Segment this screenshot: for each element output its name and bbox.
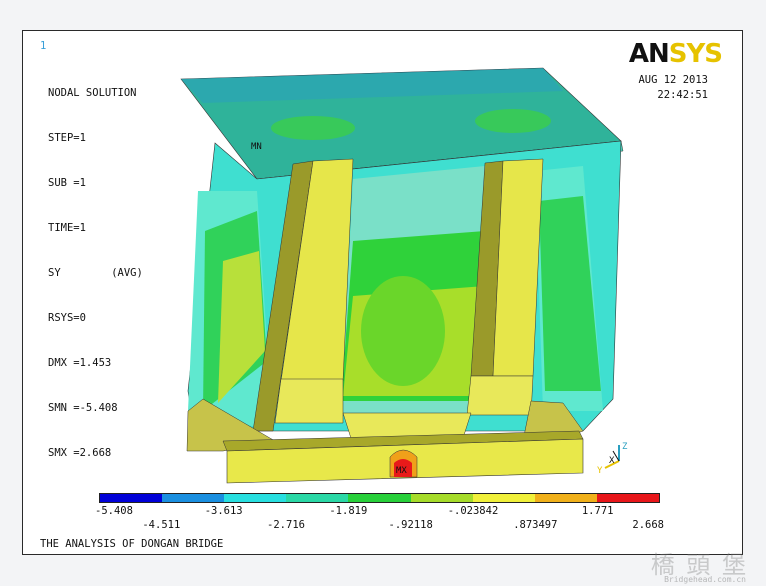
info-sub: SUB =1	[48, 177, 86, 189]
info-dmx: DMX =1.453	[48, 357, 112, 369]
legend-value-label: -.023842	[447, 505, 499, 517]
plot-date: AUG 12 2013	[638, 74, 708, 86]
legend-swatch	[162, 494, 225, 502]
deck-stress-zone-right	[475, 109, 551, 133]
info-smn: SMN =-5.408	[48, 402, 118, 414]
legend-swatch	[472, 494, 535, 502]
info-step: STEP=1	[48, 132, 86, 144]
legend-swatch	[596, 494, 659, 502]
left-lower-block	[274, 378, 344, 424]
legend-value-label: -5.408	[95, 505, 133, 517]
legend-value-label: .873497	[513, 519, 558, 531]
legend-value-label: 2.668	[632, 519, 664, 531]
window-number: 1	[40, 40, 47, 52]
graphics-window[interactable]: MN MX Z X Y 1 NODAL SOLUTION STEP=1 SUB …	[22, 30, 743, 555]
watermark-url: Bridgehead.com.cn	[664, 575, 746, 584]
legend-swatch	[410, 494, 473, 502]
triad-z-label: Z	[622, 442, 628, 452]
legend-value-label: -4.511	[142, 519, 181, 531]
deck-stress-zone-left	[271, 116, 355, 140]
legend-swatch	[224, 494, 287, 502]
triad-x-label: X	[609, 456, 615, 466]
contour-legend-bar	[99, 493, 660, 503]
plot-title: THE ANALYSIS OF DONGAN BRIDGE	[40, 538, 224, 550]
info-rsys: RSYS=0	[48, 312, 86, 324]
triad-y-label: Y	[597, 466, 603, 476]
ansys-logo: ANSYS	[628, 39, 723, 69]
legend-value-label: 1.771	[581, 505, 614, 517]
legend-value-label: -2.716	[267, 519, 305, 531]
max-marker: MX	[396, 466, 407, 476]
info-time: TIME=1	[48, 222, 86, 234]
plot-time: 22:42:51	[657, 89, 708, 101]
solution-info: NODAL SOLUTION STEP=1 SUB =1 TIME=1 SY (…	[48, 56, 143, 491]
legend-swatch	[348, 494, 411, 502]
right-lower-block	[466, 375, 534, 416]
legend-swatch	[534, 494, 597, 502]
legend-swatch	[286, 494, 349, 502]
min-marker: MN	[251, 142, 262, 152]
legend-value-label: -1.819	[329, 505, 368, 517]
legend-swatch	[100, 494, 163, 502]
axis-triad: Z X Y	[597, 442, 628, 476]
info-smx: SMX =2.668	[48, 447, 112, 459]
info-title: NODAL SOLUTION	[48, 87, 137, 99]
info-component: SY (AVG)	[48, 267, 143, 279]
center-hotspot	[361, 276, 445, 386]
legend-value-label: -3.613	[204, 505, 243, 517]
legend-value-label: -.92118	[388, 519, 433, 531]
